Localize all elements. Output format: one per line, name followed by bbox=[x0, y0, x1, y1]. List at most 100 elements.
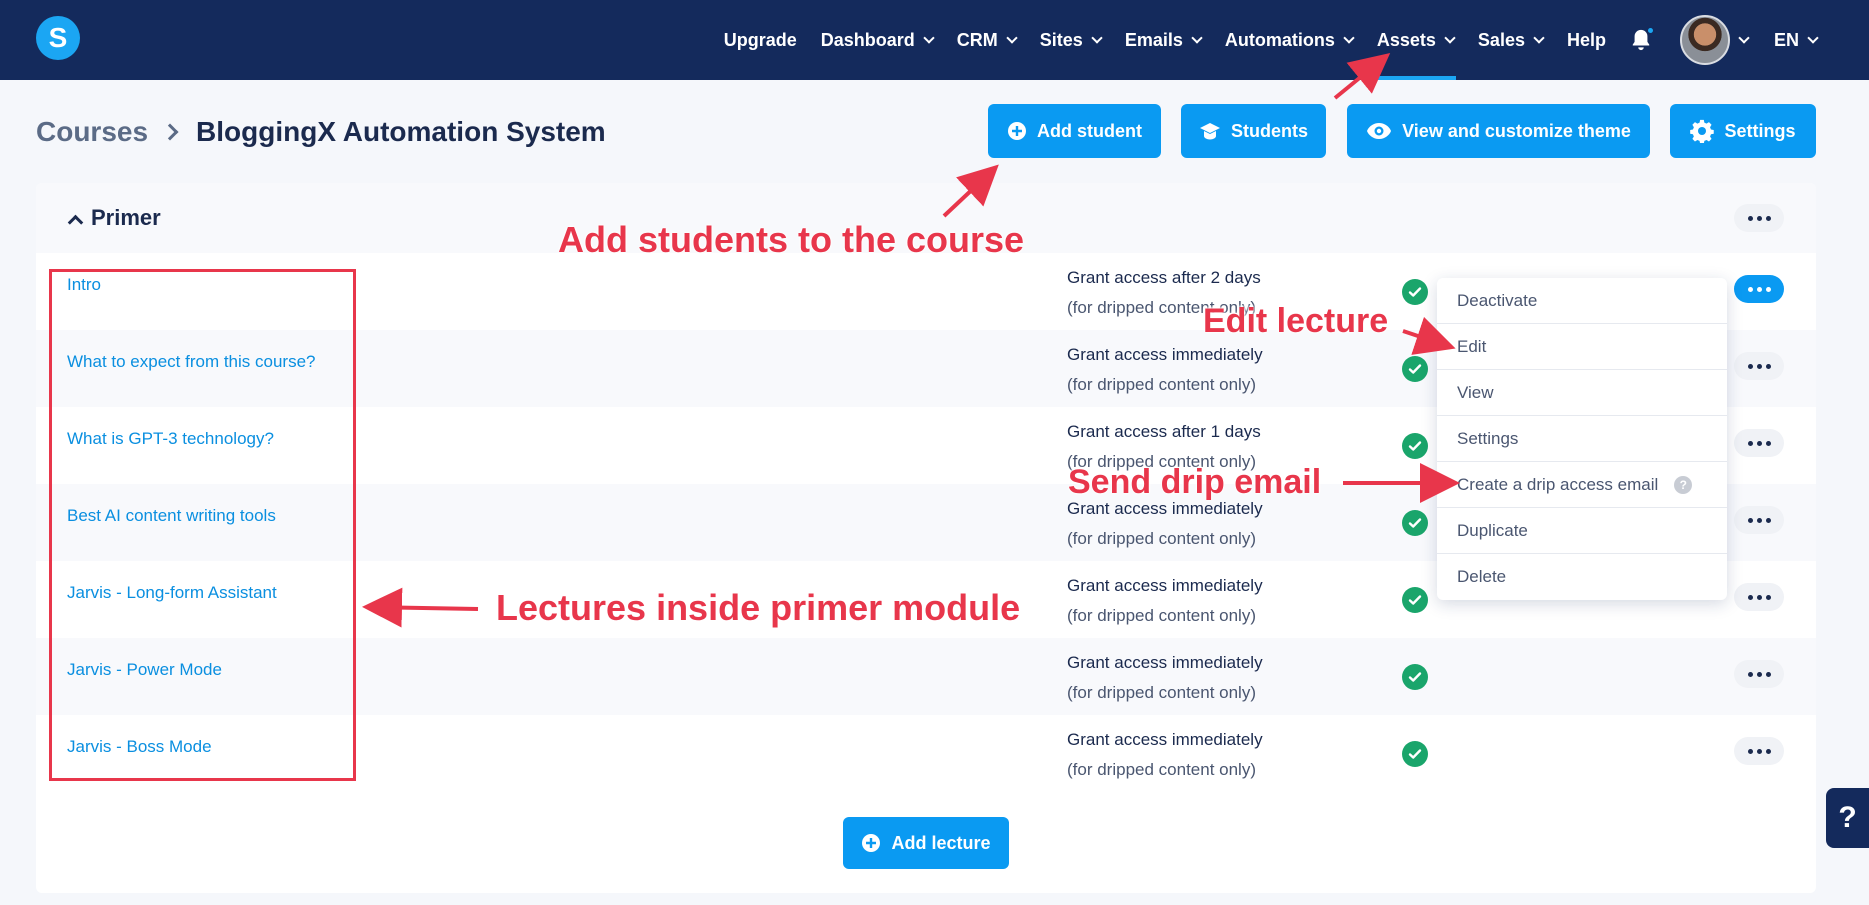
menu-item-delete[interactable]: Delete bbox=[1437, 554, 1727, 600]
access-rule: Grant access immediately (for dripped con… bbox=[1067, 340, 1263, 400]
lecture-options-dropdown: Deactivate Edit View Settings Create a d… bbox=[1437, 278, 1727, 600]
add-lecture-button[interactable]: Add lecture bbox=[843, 817, 1009, 869]
chevron-down-icon bbox=[1343, 32, 1355, 44]
graduation-cap-icon bbox=[1199, 121, 1221, 141]
annotation-lectures-inside: Lectures inside primer module bbox=[496, 587, 1021, 628]
nav-emails[interactable]: Emails bbox=[1124, 0, 1203, 80]
annotation-highlight-box bbox=[49, 269, 356, 781]
menu-item-settings[interactable]: Settings bbox=[1437, 416, 1727, 462]
chevron-up-icon[interactable] bbox=[67, 214, 84, 231]
settings-label: Settings bbox=[1724, 120, 1796, 141]
access-rule-text: Grant access immediately bbox=[1067, 730, 1263, 749]
annotation-edit-lecture: Edit lecture bbox=[1203, 302, 1389, 340]
lecture-more-options-button[interactable] bbox=[1734, 275, 1784, 303]
chevron-down-icon bbox=[1807, 32, 1819, 44]
menu-item-create-drip-email[interactable]: Create a drip access email? bbox=[1437, 462, 1727, 508]
access-rule-note: (for dripped content only) bbox=[1067, 606, 1256, 625]
lecture-more-options-button[interactable] bbox=[1734, 506, 1784, 534]
chevron-down-icon bbox=[1091, 32, 1103, 44]
lecture-more-options-button[interactable] bbox=[1734, 660, 1784, 688]
nav-automations[interactable]: Automations bbox=[1224, 0, 1355, 80]
chevron-down-icon bbox=[1533, 32, 1545, 44]
nav-help[interactable]: Help bbox=[1567, 0, 1606, 80]
menu-item-edit[interactable]: Edit bbox=[1437, 324, 1727, 370]
chevron-right-icon bbox=[161, 123, 179, 141]
nav-dashboard[interactable]: Dashboard bbox=[821, 0, 935, 80]
app-logo[interactable]: S bbox=[36, 16, 80, 60]
language-selector[interactable]: EN bbox=[1774, 0, 1819, 80]
notification-dot bbox=[1645, 26, 1655, 35]
menu-item-label: Create a drip access email bbox=[1457, 474, 1659, 494]
view-customize-theme-button[interactable]: View and customize theme bbox=[1347, 104, 1650, 158]
nav-assets-label: Assets bbox=[1376, 29, 1436, 50]
breadcrumb-courses-link[interactable]: Courses bbox=[36, 116, 148, 148]
access-rule-note: (for dripped content only) bbox=[1067, 760, 1256, 779]
menu-item-label: Duplicate bbox=[1457, 520, 1528, 540]
check-circle-icon bbox=[1402, 433, 1428, 459]
add-student-label: Add student bbox=[1037, 120, 1142, 141]
menu-item-duplicate[interactable]: Duplicate bbox=[1437, 508, 1727, 554]
nav-sites-label: Sites bbox=[1039, 29, 1083, 50]
access-rule-note: (for dripped content only) bbox=[1067, 529, 1256, 548]
chevron-down-icon bbox=[923, 32, 935, 44]
nav-help-label: Help bbox=[1566, 29, 1606, 50]
nav-assets[interactable]: Assets bbox=[1374, 0, 1456, 80]
access-rule: Grant access immediately (for dripped con… bbox=[1067, 725, 1263, 785]
user-menu[interactable] bbox=[1679, 15, 1750, 65]
lecture-more-options-button[interactable] bbox=[1734, 429, 1784, 457]
nav-sales[interactable]: Sales bbox=[1477, 0, 1545, 80]
plus-circle-icon bbox=[861, 833, 881, 853]
check-circle-icon bbox=[1402, 741, 1428, 767]
add-lecture-label: Add lecture bbox=[891, 832, 991, 853]
settings-button[interactable]: Settings bbox=[1670, 104, 1816, 158]
lecture-more-options-button[interactable] bbox=[1734, 352, 1784, 380]
notifications-bell-icon[interactable] bbox=[1630, 26, 1655, 52]
access-rule-text: Grant access immediately bbox=[1067, 653, 1263, 672]
access-rule-note: (for dripped content only) bbox=[1067, 375, 1256, 394]
access-rule: Grant access immediately (for dripped con… bbox=[1067, 494, 1263, 554]
access-rule-note: (for dripped content only) bbox=[1067, 683, 1256, 702]
page-title: BloggingX Automation System bbox=[196, 116, 606, 147]
nav-upgrade-label: Upgrade bbox=[723, 29, 797, 50]
check-circle-icon bbox=[1402, 279, 1428, 305]
chevron-down-icon bbox=[1006, 32, 1018, 44]
chevron-down-icon bbox=[1191, 32, 1203, 44]
eye-icon bbox=[1366, 122, 1392, 140]
menu-item-deactivate[interactable]: Deactivate bbox=[1437, 278, 1727, 324]
nav-sales-label: Sales bbox=[1477, 29, 1525, 50]
access-rule: Grant access immediately (for dripped con… bbox=[1067, 571, 1263, 631]
help-question-icon[interactable]: ? bbox=[1674, 475, 1693, 494]
nav-upgrade[interactable]: Upgrade bbox=[724, 0, 797, 80]
check-circle-icon bbox=[1402, 510, 1428, 536]
menu-item-view[interactable]: View bbox=[1437, 370, 1727, 416]
students-button[interactable]: Students bbox=[1181, 104, 1326, 158]
nav-crm-label: CRM bbox=[956, 29, 998, 50]
nav-automations-label: Automations bbox=[1224, 29, 1335, 50]
nav-crm[interactable]: CRM bbox=[956, 0, 1018, 80]
check-circle-icon bbox=[1402, 664, 1428, 690]
lecture-more-options-button[interactable] bbox=[1734, 737, 1784, 765]
nav-emails-label: Emails bbox=[1124, 29, 1183, 50]
lecture-more-options-button[interactable] bbox=[1734, 583, 1784, 611]
students-label: Students bbox=[1230, 120, 1308, 141]
plus-circle-icon bbox=[1007, 121, 1027, 141]
check-circle-icon bbox=[1402, 356, 1428, 382]
help-widget-tab[interactable]: ? bbox=[1826, 788, 1869, 848]
menu-item-label: Edit bbox=[1457, 336, 1487, 356]
menu-item-label: Delete bbox=[1457, 567, 1507, 586]
breadcrumb: Courses BloggingX Automation System bbox=[36, 112, 606, 152]
access-rule-text: Grant access immediately bbox=[1067, 576, 1263, 595]
top-navigation-bar: S Upgrade Dashboard CRM Sites Emails Aut… bbox=[0, 0, 1869, 80]
module-more-options-button[interactable] bbox=[1734, 204, 1784, 232]
add-student-button[interactable]: Add student bbox=[988, 104, 1161, 158]
view-theme-label: View and customize theme bbox=[1402, 120, 1631, 141]
chevron-down-icon bbox=[1738, 32, 1750, 44]
avatar bbox=[1679, 15, 1730, 65]
main-nav: Upgrade Dashboard CRM Sites Emails Autom… bbox=[724, 0, 1869, 80]
access-rule-text: Grant access after 1 days bbox=[1067, 422, 1261, 441]
access-rule-text: Grant access after 2 days bbox=[1067, 268, 1261, 287]
access-rule-text: Grant access immediately bbox=[1067, 345, 1263, 364]
nav-sites[interactable]: Sites bbox=[1039, 0, 1103, 80]
menu-item-label: Settings bbox=[1457, 428, 1519, 448]
module-title: Primer bbox=[91, 205, 161, 230]
